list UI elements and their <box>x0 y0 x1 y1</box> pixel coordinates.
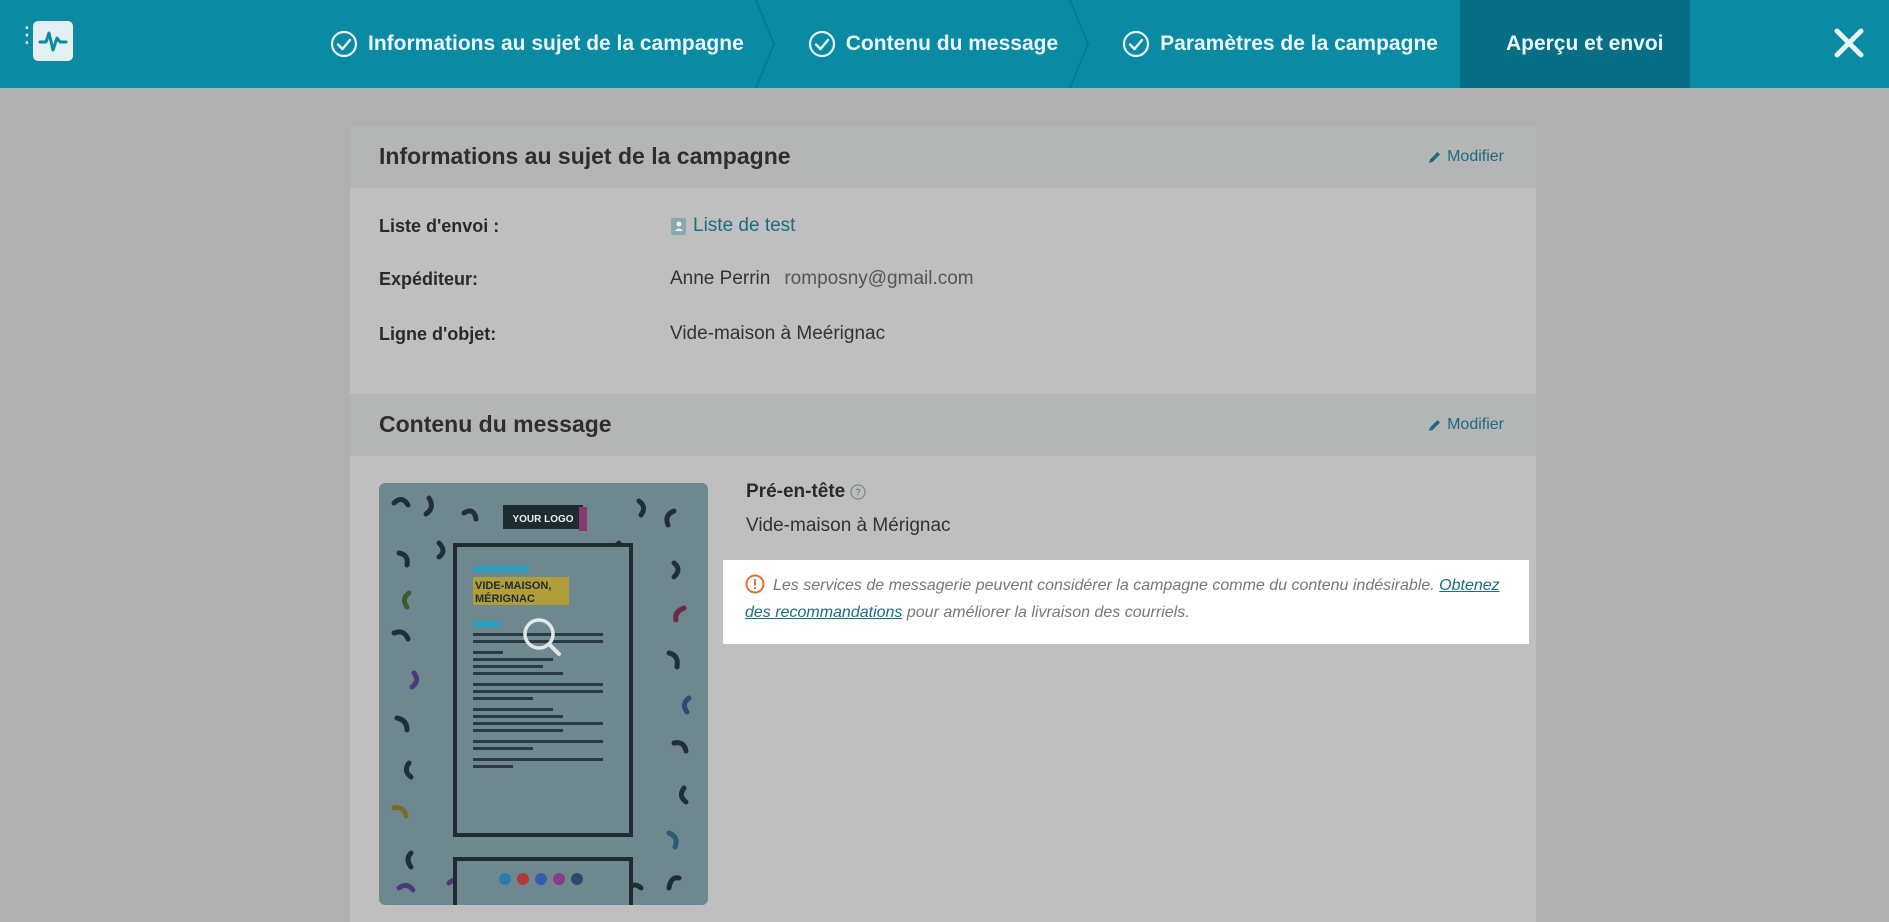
step-label: Contenu du message <box>845 32 1059 55</box>
modify-info-button[interactable]: Modifier <box>1427 148 1504 166</box>
message-content-header: Contenu du message Modifier <box>350 394 1536 456</box>
wizard-steps: Informations au sujet de la campagne Con… <box>290 0 1690 88</box>
preheader-label: Pré-en-tête ? <box>746 481 866 503</box>
warning-icon <box>745 574 765 594</box>
thumbnail-logo-text: YOUR LOGO <box>512 514 573 525</box>
step-campaign-info[interactable]: Informations au sujet de la campagne <box>290 0 775 88</box>
mailing-list-link[interactable]: Liste de test <box>693 215 795 237</box>
step-label: Informations au sujet de la campagne <box>368 32 744 55</box>
help-icon[interactable]: ? <box>850 484 866 500</box>
step-preview-send[interactable]: Aperçu et envoi <box>1459 0 1690 88</box>
check-circle-icon <box>330 30 358 58</box>
menu-dots-icon[interactable]: ⋮ <box>16 24 38 58</box>
modify-content-button[interactable]: Modifier <box>1427 416 1504 434</box>
step-message-content[interactable]: Contenu du message <box>770 0 1090 88</box>
campaign-info-header: Informations au sujet de la campagne Mod… <box>350 126 1536 188</box>
sender-value: Anne Perrin romposny@gmail.com <box>670 268 974 290</box>
section-title: Informations au sujet de la campagne <box>379 143 791 169</box>
check-circle-icon <box>1123 30 1150 58</box>
step-campaign-settings[interactable]: Paramètres de la campagne <box>1084 0 1460 88</box>
modify-label: Modifier <box>1447 416 1504 433</box>
list-value: Liste de test <box>670 215 795 237</box>
modify-label: Modifier <box>1447 148 1504 165</box>
review-panel: Informations au sujet de la campagne Mod… <box>350 126 1536 922</box>
subject-label: Ligne d'objet: <box>379 324 497 344</box>
preheader-label-text: Pré-en-tête <box>746 481 846 502</box>
sender-label: Expéditeur: <box>379 269 479 289</box>
warning-text-before: Les services de messagerie peuvent consi… <box>773 577 1440 594</box>
preheader-value: Vide-maison à Mérignac <box>746 515 951 536</box>
warning-text-after: pour améliorer la livraison des courriel… <box>902 604 1190 621</box>
email-preview-thumbnail[interactable]: YOUR LOGO VIDE-MAISON, MÉRIGNAC <box>379 483 708 905</box>
step-label: Aperçu et envoi <box>1505 32 1664 55</box>
sender-email: romposny@gmail.com <box>784 268 974 289</box>
close-icon[interactable] <box>1830 24 1868 62</box>
svg-text:MÉRIGNAC: MÉRIGNAC <box>475 592 535 605</box>
top-bar: ⋮ Informations au sujet de la campagne C… <box>0 0 1889 88</box>
step-label: Paramètres de la campagne <box>1160 32 1438 55</box>
spam-warning: Les services de messagerie peuvent consi… <box>723 560 1529 644</box>
sender-name: Anne Perrin <box>670 268 771 289</box>
section-title: Contenu du message <box>379 411 612 437</box>
svg-text:VIDE-MAISON,: VIDE-MAISON, <box>475 580 551 592</box>
pencil-icon <box>1429 151 1441 163</box>
subject-value: Vide-maison à Meérignac <box>670 323 886 344</box>
address-book-icon <box>671 217 686 235</box>
svg-text:?: ? <box>855 488 861 499</box>
list-label: Liste d'envoi : <box>379 216 500 236</box>
campaign-info-body: Liste d'envoi : Liste de test Expéditeur… <box>350 188 1536 394</box>
app-logo-icon[interactable] <box>33 21 73 61</box>
pencil-icon <box>1429 419 1441 431</box>
check-circle-icon <box>808 30 835 58</box>
